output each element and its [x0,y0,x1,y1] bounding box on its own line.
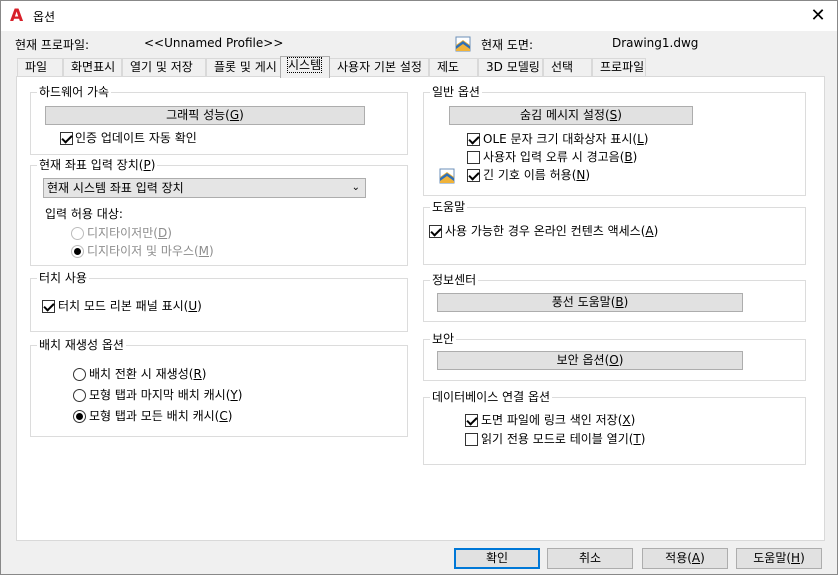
digitizer-and-mouse-radio[interactable] [71,245,84,258]
help-group: 도움말 사용 가능한 경우 온라인 컨텐츠 액세스(A) [423,199,806,265]
ole-text-size-label: OLE 문자 크기 대화상자 표시(L) [483,132,649,146]
general-options-title: 일반 옵션 [430,84,482,100]
tab-display[interactable]: 화면표시 [63,58,122,77]
beep-on-error-checkbox[interactable] [467,151,480,164]
cache-all-layouts-radio[interactable] [73,410,86,423]
tab-3d-modeling[interactable]: 3D 모델링 [478,58,543,77]
infocenter-title: 정보센터 [430,272,479,288]
tab-open-save[interactable]: 열기 및 저장 [122,58,206,77]
apply-button[interactable]: 적용(A) [642,548,728,569]
help-button[interactable]: 도움말(H) [736,548,822,569]
regen-on-switch-radio[interactable] [73,368,86,381]
auto-check-certification-checkbox[interactable] [60,132,73,145]
chevron-down-icon: ⌄ [351,182,360,193]
pointing-device-select[interactable]: 현재 시스템 좌표 입력 장치 ⌄ [43,178,366,198]
tab-plot-publish[interactable]: 플롯 및 게시 [206,58,282,77]
touch-group: 터치 사용 터치 모드 리본 패널 표시(U) [30,270,408,332]
pointing-device-title: 현재 좌표 입력 장치(P) [37,157,158,173]
balloon-notifications-button[interactable]: 풍선 도움말(B) [437,293,743,312]
long-symbol-names-checkbox[interactable] [467,169,480,182]
close-button[interactable]: ✕ [807,5,829,27]
tab-files[interactable]: 파일 [17,58,63,77]
window-title: 옵션 [33,10,56,24]
hidden-messages-button[interactable]: 숨김 메시지 설정(S) [449,106,693,125]
layout-regen-title: 배치 재생성 옵션 [37,337,126,353]
pointing-device-group: 현재 좌표 입력 장치(P) 현재 시스템 좌표 입력 장치 ⌄ 입력 허용 대… [30,157,408,266]
online-content-checkbox[interactable] [429,225,442,238]
tab-system[interactable]: 시스템 [280,56,330,78]
current-profile-value: <<Unnamed Profile>> [144,36,284,50]
open-tables-readonly-checkbox[interactable] [465,433,478,446]
hardware-acceleration-title: 하드웨어 가속 [37,84,112,100]
drawing-file-icon [439,168,455,184]
touch-ribbon-label: 터치 모드 리본 패널 표시(U) [58,299,202,313]
security-group: 보안 보안 옵션(O) [423,331,806,381]
system-tab-panel: 하드웨어 가속 그래픽 성능(G) 인증 업데이트 자동 확인 현재 좌표 입력… [16,76,825,541]
accept-input-label: 입력 허용 대상: [45,207,123,221]
store-links-index-checkbox[interactable] [465,414,478,427]
graphics-performance-button[interactable]: 그래픽 성능(G) [45,106,365,125]
touch-ribbon-checkbox[interactable] [42,300,55,313]
open-tables-readonly-label: 읽기 전용 모드로 테이블 열기(T) [481,432,646,446]
cache-last-layout-radio[interactable] [73,389,86,402]
tab-profiles[interactable]: 프로파일 [592,58,646,77]
touch-title: 터치 사용 [37,270,89,286]
digitizer-and-mouse-label: 디지타이저 및 마우스(M) [87,244,214,258]
tab-selection[interactable]: 선택 [543,58,592,77]
digitizer-only-radio[interactable] [71,227,84,240]
current-drawing-value: Drawing1.dwg [612,36,699,50]
digitizer-only-label: 디지타이저만(D) [87,226,172,240]
security-options-button[interactable]: 보안 옵션(O) [437,351,743,370]
current-drawing-label: 현재 도면: [481,38,534,52]
title-bar: A 옵션 ✕ [1,1,837,31]
ok-button[interactable]: 확인 [454,548,540,569]
dbconnect-group: 데이터베이스 연결 옵션 도면 파일에 링크 색인 저장(X) 읽기 전용 모드… [423,389,806,465]
infocenter-group: 정보센터 풍선 도움말(B) [423,272,806,322]
ole-text-size-checkbox[interactable] [467,133,480,146]
options-dialog: A 옵션 ✕ 현재 프로파일: <<Unnamed Profile>> 현재 도… [0,0,838,575]
tab-drafting[interactable]: 제도 [429,58,478,77]
regen-on-switch-label: 배치 전환 시 재생성(R) [89,367,207,381]
beep-on-error-label: 사용자 입력 오류 시 경고음(B) [483,150,638,164]
cache-last-layout-label: 모형 탭과 마지막 배치 캐시(Y) [89,388,243,402]
cancel-button[interactable]: 취소 [547,548,633,569]
store-links-index-label: 도면 파일에 링크 색인 저장(X) [481,413,636,427]
tab-user-preferences[interactable]: 사용자 기본 설정 [329,58,429,77]
hardware-acceleration-group: 하드웨어 가속 그래픽 성능(G) 인증 업데이트 자동 확인 [30,84,408,155]
help-title: 도움말 [430,199,468,215]
dbconnect-title: 데이터베이스 연결 옵션 [430,389,553,405]
online-content-label: 사용 가능한 경우 온라인 컨텐츠 액세스(A) [445,224,659,238]
auto-check-certification-label: 인증 업데이트 자동 확인 [75,131,197,145]
autocad-logo-icon: A [10,6,24,26]
security-title: 보안 [430,331,457,347]
cache-all-layouts-label: 모형 탭과 모든 배치 캐시(C) [89,409,233,423]
layout-regen-group: 배치 재생성 옵션 배치 전환 시 재생성(R) 모형 탭과 마지막 배치 캐시… [30,337,408,437]
general-options-group: 일반 옵션 숨김 메시지 설정(S) OLE 문자 크기 대화상자 표시(L) … [423,84,806,196]
long-symbol-names-label: 긴 기호 이름 허용(N) [483,168,591,182]
current-profile-label: 현재 프로파일: [15,38,90,52]
drawing-file-icon [455,36,471,52]
